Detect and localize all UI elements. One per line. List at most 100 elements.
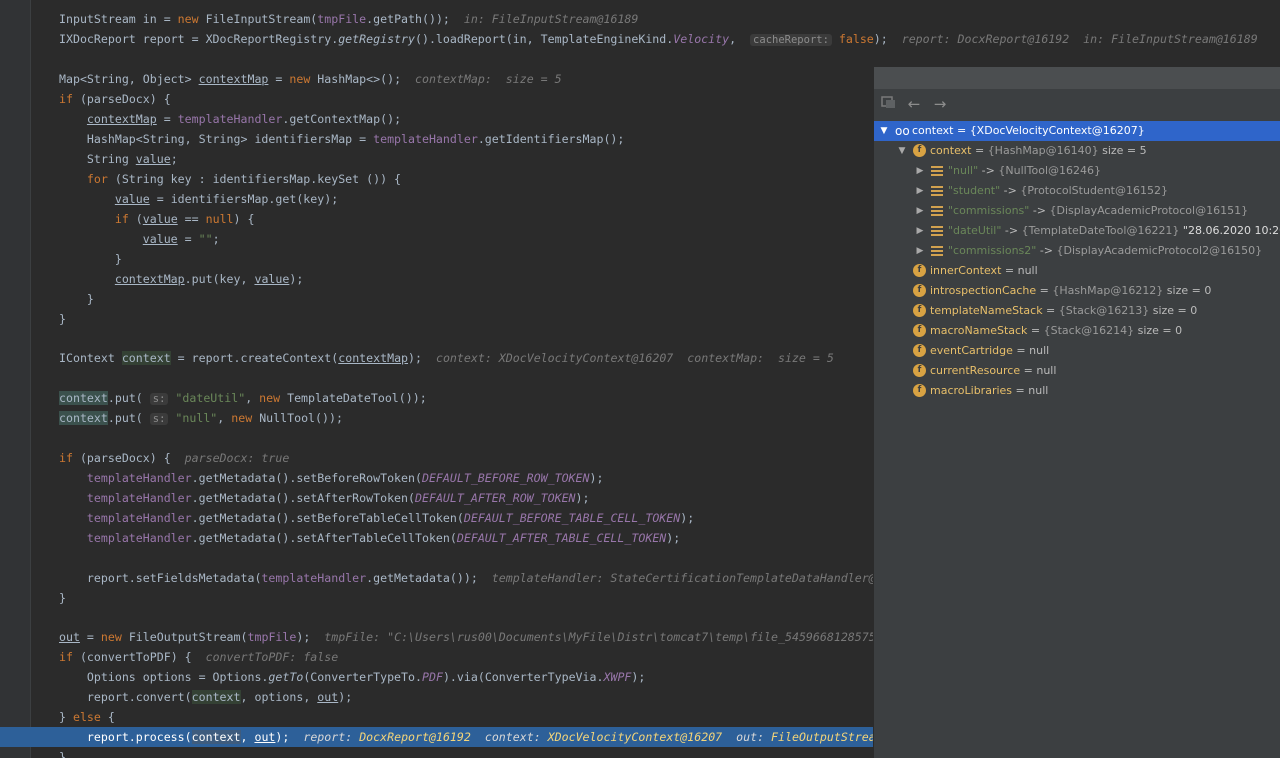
variable-row[interactable]: f macroNameStack = {Stack@16214} size = 0	[874, 321, 1280, 341]
variable-value: size = 5	[1098, 144, 1147, 157]
variable-row[interactable]: ▶ "student" -> {ProtocolStudent@16152}	[874, 181, 1280, 201]
code-text: context.put( s: "dateUtil", new Template…	[59, 388, 427, 409]
code-token: out	[317, 690, 339, 704]
code-text: contextMap.put(key, value);	[59, 269, 304, 289]
code-token: (ConverterTypeTo.	[303, 670, 422, 684]
variable-row[interactable]: ▶ "commissions" -> {DisplayAcademicProtoc…	[874, 201, 1280, 221]
variable-value: size = 0	[1134, 324, 1183, 337]
code-token: String	[59, 152, 136, 166]
code-token: tmpFile	[317, 12, 367, 26]
code-token: FileOutputStream(	[128, 630, 248, 644]
code-token: ,	[729, 32, 751, 46]
code-token: ,	[245, 391, 260, 405]
expand-arrow-right-icon[interactable]: ▶	[914, 241, 926, 261]
code-token: = identifiersMap.get(key);	[149, 192, 339, 206]
code-token: new	[259, 391, 288, 405]
map-entry-icon	[931, 206, 943, 216]
variable-type-ref: {NullTool@16246}	[998, 164, 1102, 177]
variable-row[interactable]: ▶ "dateUtil" -> {TemplateDateTool@16221} …	[874, 221, 1280, 241]
code-text: report.process(context, out); report: Do…	[59, 727, 876, 747]
code-token: false	[831, 32, 874, 46]
back-arrow-icon[interactable]: ←	[905, 95, 923, 113]
variable-row[interactable]: f introspectionCache = {HashMap@16212} si…	[874, 281, 1280, 301]
code-token: .getMetadata().setBeforeTableCellToken(	[191, 511, 464, 525]
code-token: if	[59, 451, 80, 465]
code-token: report.convert(	[59, 690, 192, 704]
forward-arrow-icon[interactable]: →	[931, 95, 949, 113]
parameter-hint: s:	[149, 413, 169, 425]
variable-name: "student"	[948, 184, 1001, 197]
variable-name: "commissions"	[948, 204, 1030, 217]
inline-debug-hint: in: FileInputStream@16189	[463, 12, 639, 26]
code-token: IXDocReport report = XDocReportRegistry.	[59, 32, 339, 46]
code-token: ) {	[233, 212, 255, 226]
variable-row[interactable]: ▶ "null" -> {NullTool@16246}	[874, 161, 1280, 181]
code-token: new	[289, 72, 318, 86]
expand-arrow-right-icon[interactable]: ▶	[914, 181, 926, 201]
variable-operator: ->	[978, 164, 999, 177]
expand-arrow-right-icon[interactable]: ▶	[914, 201, 926, 221]
expand-arrow-right-icon[interactable]: ▶	[914, 161, 926, 181]
code-text: value = identifiersMap.get(key);	[59, 189, 338, 209]
variable-row[interactable]: f templateNameStack = {Stack@16213} size …	[874, 301, 1280, 321]
code-token: templateHandler	[261, 571, 367, 585]
variable-operator: ->	[1029, 204, 1050, 217]
variable-name: "commissions2"	[948, 244, 1037, 257]
parameter-hint: s:	[149, 393, 169, 405]
code-line[interactable]: InputStream in = new FileInputStream(tmp…	[0, 9, 1280, 29]
code-text: IContext context = report.createContext(…	[59, 348, 834, 368]
variable-name: macroNameStack	[930, 324, 1028, 337]
code-token: FileInputStream(	[205, 12, 318, 26]
code-token: templateHandler	[177, 112, 283, 126]
expand-arrow-down-icon[interactable]: ▼	[878, 121, 890, 141]
variable-row[interactable]: f innerContext = null	[874, 261, 1280, 281]
code-token: ).via(ConverterTypeVia.	[442, 670, 604, 684]
code-token: .getMetadata());	[366, 571, 492, 585]
variable-row[interactable]: ▼ f context = {HashMap@16140} size = 5	[874, 141, 1280, 161]
inline-debug-hint: report:	[303, 730, 360, 744]
variable-text: context = {HashMap@16140} size = 5	[930, 141, 1147, 161]
code-text: value = "";	[59, 229, 220, 249]
field-icon: f	[913, 364, 926, 377]
restore-layout-icon[interactable]	[880, 95, 898, 113]
variable-type-ref: {Stack@16214}	[1043, 324, 1135, 337]
code-token: "dateUtil"	[168, 391, 246, 405]
code-token: .getContextMap();	[282, 112, 402, 126]
code-token: .put(	[107, 391, 150, 405]
inline-debug-hint: out:	[722, 730, 772, 744]
code-token: DEFAULT_AFTER_TABLE_CELL_TOKEN	[456, 531, 667, 545]
code-token: new	[177, 12, 206, 26]
variable-row[interactable]: ▶ "commissions2" -> {DisplayAcademicProto…	[874, 241, 1280, 261]
variable-name: macroLibraries	[930, 384, 1013, 397]
code-text: if (parseDocx) { parseDocx: true	[59, 448, 289, 468]
panel-header[interactable]	[874, 67, 1280, 89]
expand-arrow-down-icon[interactable]: ▼	[896, 141, 908, 161]
code-line[interactable]: IXDocReport report = XDocReportRegistry.…	[0, 29, 1280, 49]
code-token: templateHandler	[86, 491, 192, 505]
variable-row[interactable]: ▼ oo context = {XDocVelocityContext@16207}	[874, 121, 1280, 141]
code-token: PDF	[421, 670, 443, 684]
code-token: if	[59, 650, 80, 664]
code-token: {	[107, 710, 115, 724]
field-icon: f	[913, 144, 926, 157]
expand-arrow-right-icon[interactable]: ▶	[914, 221, 926, 241]
code-token: contextMap	[86, 112, 157, 126]
code-text: templateHandler.getMetadata().setBeforeR…	[59, 468, 604, 488]
variable-row[interactable]: f macroLibraries = null	[874, 381, 1280, 401]
watch-glasses-icon: oo	[895, 124, 910, 138]
variable-row[interactable]: f currentResource = null	[874, 361, 1280, 381]
code-token: context	[121, 351, 171, 365]
variable-name: currentResource	[930, 364, 1021, 377]
code-token: TemplateDateTool());	[287, 391, 427, 405]
code-token: contextMap	[114, 272, 185, 286]
variable-row[interactable]: f eventCartridge = null	[874, 341, 1280, 361]
code-token: IContext	[59, 351, 122, 365]
code-text: for (String key : identifiersMap.keySet …	[59, 169, 401, 189]
code-token: =	[156, 112, 178, 126]
variable-name: "dateUtil"	[948, 224, 1002, 237]
variable-operator: ->	[1036, 244, 1057, 257]
